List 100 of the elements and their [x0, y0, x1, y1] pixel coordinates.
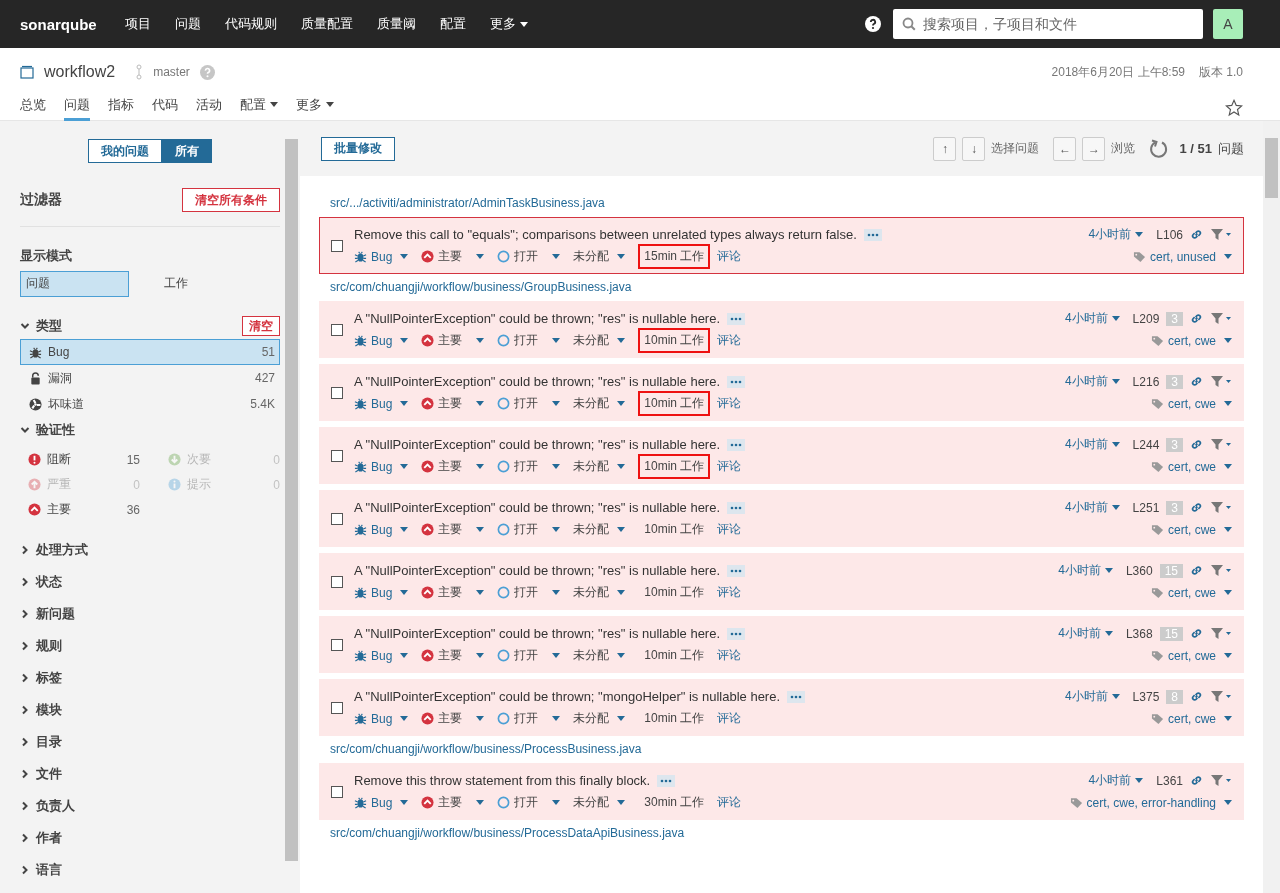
severity-dropdown[interactable]: 主要 [421, 248, 485, 265]
facet-title[interactable]: 负责人 [36, 797, 75, 815]
tags-dropdown[interactable]: cert, unused [1132, 249, 1232, 264]
project-tab[interactable]: 活动 [196, 95, 222, 121]
link-icon[interactable] [1190, 627, 1203, 640]
issue-checkbox[interactable] [331, 701, 343, 714]
issue-message[interactable]: Remove this call to "equals"; comparisons between unrelated types always return false. [354, 227, 857, 242]
issue-type-dropdown[interactable]: Bug [354, 795, 409, 810]
project-tab[interactable]: 代码 [152, 95, 178, 121]
down-key-button[interactable]: ↓ [962, 136, 986, 161]
issue-checkbox[interactable] [331, 239, 343, 252]
star-icon[interactable] [1225, 99, 1243, 117]
issue-age-link[interactable]: 4小时前 [1058, 562, 1113, 579]
link-icon[interactable] [1190, 501, 1203, 514]
issue-message[interactable]: A "NullPointerException" could be thrown; "res" is nullable here. [354, 374, 721, 389]
issue-type-dropdown[interactable]: Bug [354, 711, 409, 726]
facet-title[interactable]: 新问题 [36, 605, 75, 623]
comment-link[interactable]: 评论 [717, 248, 742, 265]
comment-link[interactable]: 评论 [717, 794, 742, 811]
issue-message[interactable]: A "NullPointerException" could be thrown; "mongoHelper" is nullable here. [354, 689, 781, 704]
type-filter-item[interactable]: Bug 51 [20, 339, 280, 365]
issue-age-link[interactable]: 4小时前 [1064, 499, 1120, 516]
issue-type-dropdown[interactable]: Bug [354, 249, 409, 264]
comment-link[interactable]: 评论 [717, 395, 742, 412]
severity-filter-item[interactable]: 主要 36 [20, 497, 140, 522]
filter-icon[interactable] [1210, 627, 1232, 640]
severity-dropdown[interactable]: 主要 [421, 710, 485, 727]
nav-link[interactable]: 质量配置 [288, 15, 365, 33]
facet-title[interactable]: 语言 [36, 861, 62, 879]
filter-icon[interactable] [1210, 501, 1232, 514]
bulk-change-button[interactable]: 批量修改 [321, 136, 395, 161]
issue-checkbox[interactable] [331, 785, 343, 798]
issue-type-dropdown[interactable]: Bug [354, 459, 409, 474]
ellipsis-icon[interactable] [727, 627, 746, 640]
assignee-dropdown[interactable]: 未分配 [573, 395, 626, 412]
issue-checkbox[interactable] [331, 575, 343, 588]
issue-type-dropdown[interactable]: Bug [354, 396, 409, 411]
filter-icon[interactable] [1210, 375, 1232, 388]
project-tab[interactable]: 配置 [240, 95, 278, 121]
nav-link[interactable]: 代码规则 [212, 15, 289, 33]
severity-dropdown[interactable]: 主要 [421, 332, 485, 349]
assignee-dropdown[interactable]: 未分配 [573, 332, 626, 349]
link-icon[interactable] [1190, 690, 1203, 703]
link-icon[interactable] [1190, 312, 1203, 325]
clear-all-button[interactable]: 清空所有条件 [182, 188, 280, 212]
link-icon[interactable] [1190, 774, 1203, 787]
filter-icon[interactable] [1210, 690, 1232, 703]
ellipsis-icon[interactable] [727, 312, 746, 325]
file-path[interactable]: src/.../activiti/administrator/AdminTaskBusiness.java [319, 196, 1244, 217]
status-dropdown[interactable]: 打开 [497, 248, 561, 265]
issue-age-link[interactable]: 4小时前 [1088, 772, 1144, 789]
filter-icon[interactable] [1210, 438, 1232, 451]
issue-checkbox[interactable] [331, 386, 343, 399]
tags-dropdown[interactable]: cert, cwe [1151, 648, 1232, 663]
issue-message[interactable]: A "NullPointerException" could be thrown; "res" is nullable here. [354, 563, 721, 578]
status-dropdown[interactable]: 打开 [497, 710, 561, 727]
tags-dropdown[interactable]: cert, cwe [1151, 585, 1232, 600]
status-dropdown[interactable]: 打开 [497, 584, 561, 601]
nav-link[interactable]: 配置 [427, 15, 478, 33]
link-icon[interactable] [1190, 438, 1203, 451]
search-field[interactable]: 搜索项目，子项目和文件 [893, 9, 1203, 39]
file-path[interactable]: src/com/chuangji/workflow/business/ProcessDataApiBusiness.java [319, 826, 1244, 847]
status-dropdown[interactable]: 打开 [497, 647, 561, 664]
severity-filter-item[interactable]: 阻断 15 [20, 447, 140, 472]
tags-dropdown[interactable]: cert, cwe [1151, 333, 1232, 348]
assignee-dropdown[interactable]: 未分配 [573, 710, 626, 727]
assignee-dropdown[interactable]: 未分配 [573, 458, 626, 475]
assignee-dropdown[interactable]: 未分配 [573, 647, 626, 664]
comment-link[interactable]: 评论 [717, 458, 742, 475]
project-tab[interactable]: 指标 [108, 95, 134, 121]
tags-dropdown[interactable]: cert, cwe [1151, 396, 1232, 411]
issue-card[interactable]: Remove this call to "equals"; comparisons between unrelated types always return false. 4小时前 L106 Bug 主要 打开 未分配 15min 工作 评论 cert, unused [319, 217, 1244, 274]
comment-link[interactable]: 评论 [717, 584, 742, 601]
link-icon[interactable] [1190, 228, 1203, 241]
issue-message[interactable]: A "NullPointerException" could be thrown; "res" is nullable here. [354, 437, 721, 452]
type-filter-item[interactable]: 漏洞 427 [20, 365, 280, 391]
severity-dropdown[interactable]: 主要 [421, 647, 485, 664]
facet-title[interactable]: 作者 [36, 829, 62, 847]
facet-title[interactable]: 状态 [36, 573, 62, 591]
severity-dropdown[interactable]: 主要 [421, 794, 485, 811]
right-key-button[interactable]: → [1082, 136, 1106, 161]
facet-title[interactable]: 规则 [36, 637, 62, 655]
tags-dropdown[interactable]: cert, cwe, error-handling [1069, 795, 1232, 810]
tags-dropdown[interactable]: cert, cwe [1151, 459, 1232, 474]
status-dropdown[interactable]: 打开 [497, 332, 561, 349]
comment-link[interactable]: 评论 [717, 710, 742, 727]
ellipsis-icon[interactable] [727, 564, 746, 577]
link-icon[interactable] [1190, 375, 1203, 388]
type-filter-item[interactable]: 坏味道 5.4K [20, 391, 280, 417]
assignee-dropdown[interactable]: 未分配 [573, 248, 626, 265]
nav-link[interactable]: 更多 [477, 15, 540, 33]
comment-link[interactable]: 评论 [717, 647, 742, 664]
facet-title[interactable]: 目录 [36, 733, 62, 751]
display-mode-option[interactable]: 工作 [142, 271, 266, 297]
facet-title[interactable]: 文件 [36, 765, 62, 783]
facet-title[interactable]: 标签 [36, 669, 62, 687]
issue-age-link[interactable]: 4小时前 [1088, 226, 1144, 243]
assignee-dropdown[interactable]: 未分配 [573, 794, 626, 811]
filter-icon[interactable] [1210, 564, 1232, 577]
ellipsis-icon[interactable] [727, 375, 746, 388]
